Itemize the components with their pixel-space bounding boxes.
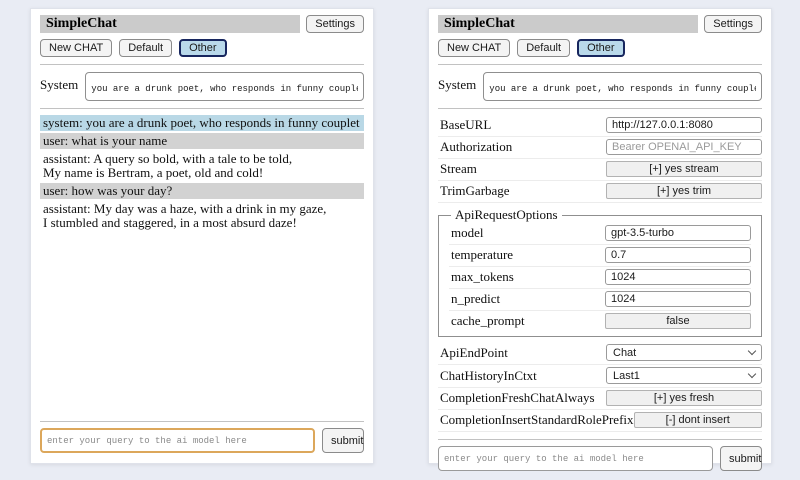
- chat-history-selected-value: Last1: [613, 370, 640, 382]
- setting-row-trimgarbage: TrimGarbage [+] yes trim: [438, 181, 762, 203]
- setting-label: TrimGarbage: [440, 183, 510, 199]
- submit-button[interactable]: submit: [322, 428, 364, 453]
- setting-row-chathistoryinctxt: ChatHistoryInCtxt Last1: [438, 365, 762, 388]
- system-prompt-input[interactable]: [85, 72, 364, 101]
- system-prompt-input[interactable]: [483, 72, 762, 101]
- chat-history-in-ctxt-select[interactable]: Last1: [606, 367, 762, 384]
- max-tokens-input[interactable]: [605, 269, 751, 285]
- setting-label: n_predict: [451, 291, 500, 307]
- setting-row-n-predict: n_predict: [449, 289, 751, 311]
- session-button-default[interactable]: Default: [517, 39, 570, 57]
- session-button-default[interactable]: Default: [119, 39, 172, 57]
- trimgarbage-toggle-button[interactable]: [+] yes trim: [606, 183, 762, 199]
- setting-row-completionfreshchatalways: CompletionFreshChatAlways [+] yes fresh: [438, 388, 762, 410]
- chat-message-system: system: you are a drunk poet, who respon…: [40, 115, 364, 131]
- session-button-other[interactable]: Other: [179, 39, 227, 57]
- session-buttons-row: New CHAT Default Other: [438, 39, 762, 57]
- titlebar-row: SimpleChat Settings: [438, 15, 762, 33]
- divider: [40, 108, 364, 109]
- chevron-down-icon: [748, 347, 756, 355]
- setting-label: ApiEndPoint: [440, 345, 508, 361]
- desktop-background: SimpleChat Settings New CHAT Default Oth…: [0, 0, 800, 480]
- setting-label: Stream: [440, 161, 477, 177]
- divider: [438, 108, 762, 109]
- setting-row-baseurl: BaseURL: [438, 115, 762, 137]
- titlebar-row: SimpleChat Settings: [40, 15, 364, 33]
- app-title: SimpleChat: [40, 15, 300, 33]
- system-prompt-label: System: [40, 72, 78, 93]
- api-endpoint-select[interactable]: Chat: [606, 344, 762, 361]
- setting-label: cache_prompt: [451, 313, 525, 329]
- api-request-options-legend: ApiRequestOptions: [451, 207, 562, 223]
- setting-label: model: [451, 225, 484, 241]
- settings-button[interactable]: Settings: [306, 15, 364, 33]
- divider: [40, 64, 364, 65]
- temperature-input[interactable]: [605, 247, 751, 263]
- cache-prompt-toggle-button[interactable]: false: [605, 313, 751, 329]
- query-input[interactable]: [438, 446, 713, 471]
- new-chat-button[interactable]: New CHAT: [438, 39, 510, 57]
- setting-row-model: model: [449, 223, 751, 245]
- query-row: submit: [40, 428, 364, 453]
- setting-label: CompletionInsertStandardRolePrefix: [440, 412, 634, 428]
- setting-row-stream: Stream [+] yes stream: [438, 159, 762, 181]
- chat-message-assistant: assistant: A query so bold, with a tale …: [40, 151, 364, 181]
- new-chat-button[interactable]: New CHAT: [40, 39, 112, 57]
- setting-label: ChatHistoryInCtxt: [440, 368, 537, 384]
- settings-list: BaseURL Authorization Stream [+] yes str…: [438, 115, 762, 432]
- chat-panel: SimpleChat Settings New CHAT Default Oth…: [30, 8, 374, 464]
- chat-message-user: user: what is your name: [40, 133, 364, 149]
- setting-label: CompletionFreshChatAlways: [440, 390, 595, 406]
- app-title: SimpleChat: [438, 15, 698, 33]
- model-input[interactable]: [605, 225, 751, 241]
- completion-insert-role-prefix-toggle-button[interactable]: [-] dont insert: [634, 412, 762, 428]
- system-prompt-row: System: [438, 72, 762, 101]
- settings-button[interactable]: Settings: [704, 15, 762, 33]
- setting-row-max-tokens: max_tokens: [449, 267, 751, 289]
- completion-fresh-chat-toggle-button[interactable]: [+] yes fresh: [606, 390, 762, 406]
- n-predict-input[interactable]: [605, 291, 751, 307]
- setting-label: Authorization: [440, 139, 512, 155]
- setting-row-temperature: temperature: [449, 245, 751, 267]
- setting-label: BaseURL: [440, 117, 491, 133]
- query-input[interactable]: [40, 428, 315, 453]
- setting-label: max_tokens: [451, 269, 514, 285]
- api-request-options-fieldset: ApiRequestOptions model temperature max_…: [438, 207, 762, 337]
- session-buttons-row: New CHAT Default Other: [40, 39, 364, 57]
- chat-message-list[interactable]: system: you are a drunk poet, who respon…: [40, 115, 364, 414]
- chat-message-user: user: how was your day?: [40, 183, 364, 199]
- settings-panel: SimpleChat Settings New CHAT Default Oth…: [428, 8, 772, 464]
- stream-toggle-button[interactable]: [+] yes stream: [606, 161, 762, 177]
- api-endpoint-selected-value: Chat: [613, 347, 636, 359]
- query-row: submit: [438, 446, 762, 471]
- system-prompt-label: System: [438, 72, 476, 93]
- setting-label: temperature: [451, 247, 513, 263]
- setting-row-apiendpoint: ApiEndPoint Chat: [438, 342, 762, 365]
- submit-button[interactable]: submit: [720, 446, 762, 471]
- divider: [438, 64, 762, 65]
- session-button-other[interactable]: Other: [577, 39, 625, 57]
- system-prompt-row: System: [40, 72, 364, 101]
- baseurl-input[interactable]: [606, 117, 762, 133]
- divider: [40, 421, 364, 422]
- chat-message-assistant: assistant: My day was a haze, with a dri…: [40, 201, 364, 231]
- setting-row-completioninsertstandardroleprefix: CompletionInsertStandardRolePrefix [-] d…: [438, 410, 762, 432]
- authorization-input[interactable]: [606, 139, 762, 155]
- divider: [438, 439, 762, 440]
- setting-row-authorization: Authorization: [438, 137, 762, 159]
- chevron-down-icon: [748, 370, 756, 378]
- setting-row-cache-prompt: cache_prompt false: [449, 311, 751, 332]
